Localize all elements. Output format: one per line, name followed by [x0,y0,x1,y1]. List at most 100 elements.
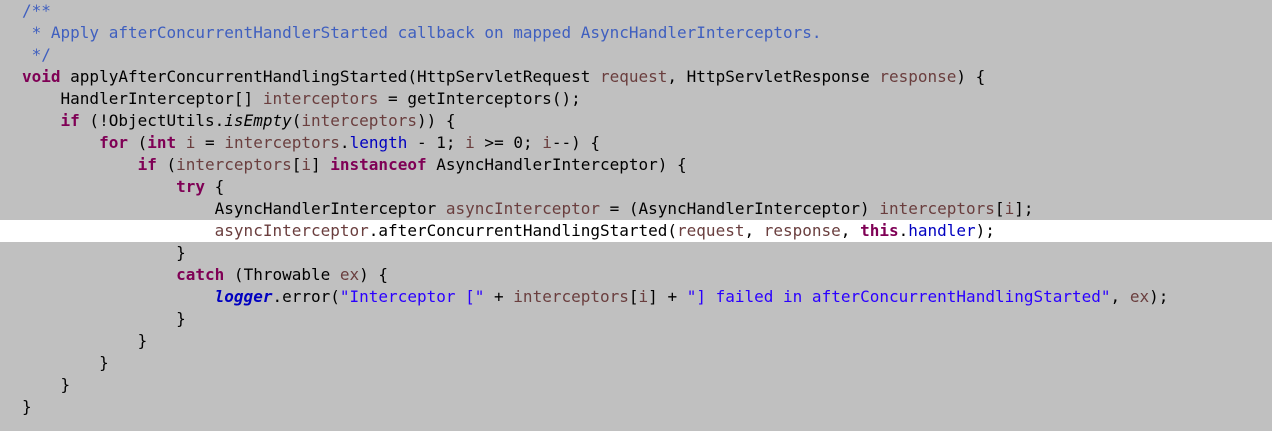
code-line[interactable]: } [0,308,1272,330]
code-text: } [22,330,148,352]
code-text: if (!ObjectUtils.isEmpty(interceptors)) … [22,110,456,132]
code-token: /** [22,1,51,20]
code-token: } [22,353,109,372]
code-token: )) { [416,111,456,130]
code-line[interactable]: } [0,352,1272,374]
code-token: interceptors [301,111,417,130]
code-token: ( [291,111,302,130]
code-token: .afterConcurrentHandlingStarted( [368,221,678,240]
code-token: --) { [551,133,601,152]
code-token: [ [291,155,302,174]
code-line[interactable]: logger.error("Interceptor [" + intercept… [0,286,1272,308]
code-token: , [1110,287,1130,306]
code-token: ) { [956,67,986,86]
code-token: } [22,331,148,350]
code-token: request [677,221,745,240]
code-token: i [465,133,475,152]
code-token: interceptors [176,155,292,174]
code-token: . [898,221,909,240]
code-line[interactable]: /** [0,0,1272,22]
code-token: } [22,397,32,416]
code-token: logger [214,287,273,306]
code-token: this [860,221,899,240]
code-line-current[interactable]: asyncInterceptor.afterConcurrentHandling… [0,220,1272,242]
code-line[interactable]: for (int i = interceptors.length - 1; i … [0,132,1272,154]
code-text: } [22,308,186,330]
code-text: logger.error("Interceptor [" + intercept… [22,286,1169,308]
code-line[interactable]: } [0,396,1272,418]
code-token: try [176,177,206,196]
code-token: "] failed in afterConcurrentHandlingStar… [686,287,1111,306]
code-token: (!ObjectUtils. [79,111,225,130]
code-line[interactable]: AsyncHandlerInterceptor asyncInterceptor… [0,198,1272,220]
code-token: } [22,309,186,328]
code-text: } [22,352,109,374]
code-line[interactable]: } [0,242,1272,264]
code-editor[interactable]: /** * Apply afterConcurrentHandlerStarte… [0,0,1272,431]
code-token: ex [339,265,360,284]
code-token: ) { [359,265,389,284]
code-token: */ [22,45,51,64]
code-line[interactable]: if (interceptors[i] instanceof AsyncHand… [0,154,1272,176]
code-token: applyAfterConcurrentHandlingStarted(Http… [60,67,600,86]
code-token: AsyncHandlerInterceptor [22,199,446,218]
code-text: catch (Throwable ex) { [22,264,388,286]
code-text: for (int i = interceptors.length - 1; i … [22,132,600,154]
code-token: interceptors [262,89,379,108]
code-token: for [99,133,128,152]
code-text: void applyAfterConcurrentHandlingStarted… [22,66,985,88]
code-text: /** [22,0,51,22]
code-line[interactable]: if (!ObjectUtils.isEmpty(interceptors)) … [0,110,1272,132]
code-token: { [205,177,225,196]
code-token: i [301,155,311,174]
code-token: [ [994,199,1005,218]
code-token: length [349,133,408,152]
code-line[interactable]: } [0,374,1272,396]
code-token: >= 0; [474,133,543,152]
code-line[interactable]: * Apply afterConcurrentHandlerStarted ca… [0,22,1272,44]
code-token: catch [176,265,225,284]
code-text: try { [22,176,224,198]
code-token: , HttpServletResponse [667,67,880,86]
code-token: ( [127,133,148,152]
code-token: request [599,67,668,86]
code-token: ); [1149,287,1169,306]
code-token: - 1; [407,133,466,152]
code-token: interceptors [879,199,995,218]
code-token: } [22,375,71,394]
code-token: = [195,133,225,152]
code-token: , [840,221,861,240]
code-line[interactable]: catch (Throwable ex) { [0,264,1272,286]
code-text: * Apply afterConcurrentHandlerStarted ca… [22,22,822,44]
code-token: * Apply afterConcurrentHandlerStarted ca… [22,23,822,42]
code-token: "Interceptor [" [339,287,485,306]
code-token: ] + [648,287,687,306]
code-token: handler [908,221,976,240]
code-token: = getInterceptors(); [378,89,581,108]
code-token: ] [311,155,331,174]
code-line[interactable]: */ [0,44,1272,66]
code-text: } [22,242,186,264]
code-token: (Throwable [224,265,340,284]
code-line[interactable]: HandlerInterceptor[] interceptors = getI… [0,88,1272,110]
code-token: instanceof [330,155,427,174]
code-line[interactable]: } [0,330,1272,352]
code-token: } [22,243,186,262]
code-token: int [147,133,177,152]
code-token: = (AsyncHandlerInterceptor) [599,199,880,218]
code-text: asyncInterceptor.afterConcurrentHandling… [22,220,995,242]
code-text: HandlerInterceptor[] interceptors = getI… [22,88,581,110]
code-text: AsyncHandlerInterceptor asyncInterceptor… [22,198,1034,220]
code-text: } [22,396,32,418]
code-token: asyncInterceptor [214,221,369,240]
code-line[interactable]: try { [0,176,1272,198]
code-token: , [744,221,764,240]
code-line[interactable]: void applyAfterConcurrentHandlingStarted… [0,66,1272,88]
code-token: AsyncHandlerInterceptor) { [426,155,687,174]
